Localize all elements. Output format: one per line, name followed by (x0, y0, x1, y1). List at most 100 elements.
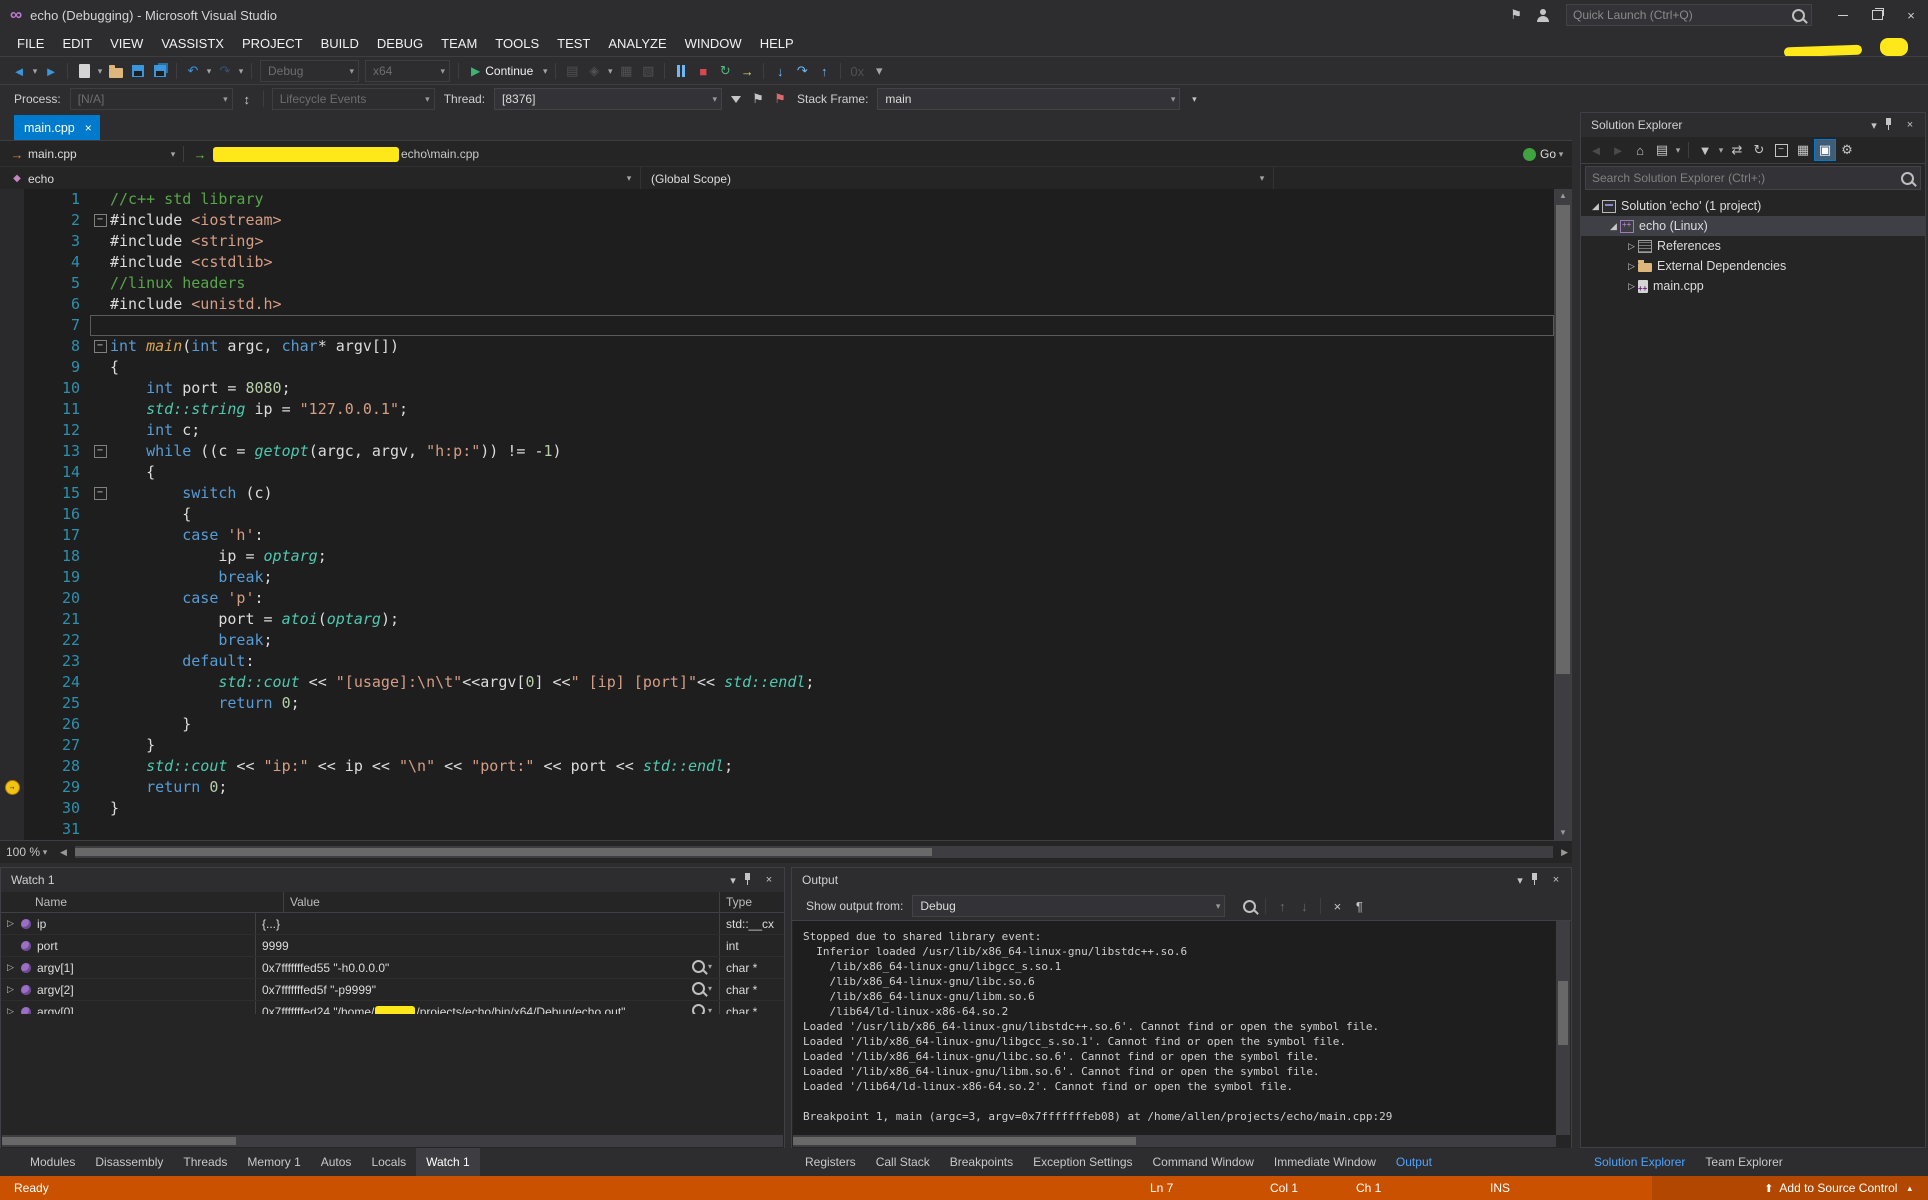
tab-disassembly[interactable]: Disassembly (85, 1148, 173, 1176)
pin-icon[interactable] (1883, 117, 1901, 134)
breakpoint-margin[interactable] (0, 336, 24, 357)
menu-debug[interactable]: DEBUG (368, 30, 432, 56)
quick-launch-input[interactable]: Quick Launch (Ctrl+Q) (1566, 4, 1812, 26)
text-visualizer-icon[interactable] (692, 982, 705, 995)
fold-marker-icon[interactable]: − (93, 445, 107, 458)
watch-row-port[interactable]: port 9999 int (1, 935, 784, 957)
code-line-30[interactable]: 30} (0, 798, 1554, 819)
menu-view[interactable]: VIEW (101, 30, 152, 56)
watch-header[interactable]: Watch 1 ▾ × (1, 868, 784, 892)
breakpoint-margin[interactable] (0, 651, 24, 672)
expand-icon[interactable]: ▷ (7, 918, 21, 929)
se-back-icon[interactable]: ◄ (1586, 140, 1606, 160)
new-file-icon[interactable] (74, 61, 94, 81)
undo-icon-dropdown[interactable]: ▾ (204, 66, 214, 77)
menu-window[interactable]: WINDOW (676, 30, 751, 56)
code-line-6[interactable]: 6 #include <unistd.h> (0, 294, 1554, 315)
minimize-button[interactable] (1826, 2, 1860, 28)
collapse-arrow-icon[interactable]: ◢ (1589, 201, 1602, 212)
solution-explorer-header[interactable]: Solution Explorer ▾ × (1581, 113, 1925, 137)
misc-tool-icon-2-dropdown[interactable]: ▾ (605, 66, 615, 77)
debug-location-overflow-icon[interactable]: ▾ (1184, 89, 1204, 109)
tab-threads[interactable]: Threads (173, 1148, 237, 1176)
breakpoint-margin[interactable] (0, 315, 24, 336)
stop-debugging-icon[interactable]: ■ (693, 61, 713, 81)
misc-tool-icon-3[interactable]: ▦ (616, 61, 636, 81)
new-file-icon-dropdown[interactable]: ▾ (95, 66, 105, 77)
code-line-1[interactable]: 1//c++ std library (0, 189, 1554, 210)
code-line-11[interactable]: 11 std::string ip = "127.0.0.1"; (0, 399, 1554, 420)
pin-icon[interactable] (742, 872, 760, 889)
close-button[interactable]: × (1894, 2, 1928, 28)
breakpoint-current-statement-indicator[interactable]: → (4, 780, 20, 795)
misc-tool-icon-1[interactable]: ▤ (562, 61, 582, 81)
menu-test[interactable]: TEST (548, 30, 599, 56)
watch-row-argv-1[interactable]: ▷ argv[1] 0x7fffffffed55 "-h0.0.0.0" ▾ char … (1, 957, 784, 979)
tree-item-external-dependencies[interactable]: ▷ External Dependencies (1581, 256, 1925, 276)
text-visualizer-icon[interactable] (692, 960, 705, 973)
break-all-icon[interactable] (671, 61, 691, 81)
code-line-13[interactable]: 13− while ((c = getopt(argc, argv, "h:p:… (0, 441, 1554, 462)
restart-icon[interactable]: ↻ (715, 61, 735, 81)
collapse-all-icon[interactable]: − (1771, 140, 1791, 160)
misc-tool-icon-2[interactable]: ◈ (584, 61, 604, 81)
menu-help[interactable]: HELP (751, 30, 803, 56)
open-file-icon[interactable] (106, 61, 126, 81)
code-line-15[interactable]: 15− switch (c) (0, 483, 1554, 504)
breakpoint-margin[interactable] (0, 483, 24, 504)
file-combo[interactable]: main.cpp ▾ (28, 147, 178, 161)
context-combo[interactable]: ◆ echo ▾ (0, 167, 641, 190)
breakpoint-margin[interactable] (0, 819, 24, 840)
breakpoint-margin[interactable] (0, 378, 24, 399)
sign-in-person-icon[interactable] (1536, 8, 1550, 22)
code-line-31[interactable]: 31 (0, 819, 1554, 840)
watch-row-ip[interactable]: ▷ ip {...} std::__cx (1, 913, 784, 935)
code-line-22[interactable]: 22 break; (0, 630, 1554, 651)
breakpoint-margin[interactable] (0, 525, 24, 546)
tab-call-stack[interactable]: Call Stack (866, 1148, 940, 1176)
preview-selected-items-icon[interactable]: ▣ (1814, 139, 1836, 161)
breakpoint-margin[interactable] (0, 798, 24, 819)
tab-main-cpp[interactable]: main.cpp × (14, 115, 100, 140)
tab-breakpoints[interactable]: Breakpoints (940, 1148, 1023, 1176)
clear-all-icon[interactable]: × (1327, 896, 1347, 916)
continue-dropdown-icon[interactable]: ▾ (540, 66, 550, 77)
code-line-19[interactable]: 19 break; (0, 567, 1554, 588)
flag-current-thread-icon[interactable]: ⚑ (748, 89, 768, 109)
solution-platforms-combo[interactable]: x64 ▾ (365, 60, 450, 82)
tab-command-window[interactable]: Command Window (1143, 1148, 1264, 1176)
close-icon[interactable]: × (760, 874, 778, 886)
code-line-14[interactable]: 14 { (0, 462, 1554, 483)
tab-team-explorer[interactable]: Team Explorer (1695, 1148, 1792, 1176)
menu-project[interactable]: PROJECT (233, 30, 312, 56)
tab-locals[interactable]: Locals (361, 1148, 416, 1176)
watch-row-argv-2[interactable]: ▷ argv[2] 0x7fffffffed5f "-p9999" ▾ char * (1, 979, 784, 1001)
output-header[interactable]: Output ▾ × (792, 868, 1571, 892)
tree-item-main-cpp[interactable]: ▷ main.cpp (1581, 276, 1925, 296)
title-bar[interactable]: ∞ echo (Debugging) - Microsoft Visual St… (0, 0, 1928, 30)
code-line-29[interactable]: → 29 return 0; (0, 777, 1554, 798)
tab-exception-settings[interactable]: Exception Settings (1023, 1148, 1142, 1176)
collapse-arrow-icon[interactable]: ◢ (1607, 221, 1620, 232)
se-forward-icon[interactable]: ► (1608, 140, 1628, 160)
scroll-down-icon[interactable]: ▼ (1554, 826, 1572, 840)
code-line-2[interactable]: 2− #include <iostream> (0, 210, 1554, 231)
redo-icon-dropdown[interactable]: ▾ (236, 66, 246, 77)
tab-watch-1[interactable]: Watch 1 (416, 1148, 480, 1176)
visualizer-dropdown-icon[interactable]: ▾ (705, 962, 715, 971)
properties-icon[interactable]: ⚙ (1837, 140, 1857, 160)
add-to-source-control-button[interactable]: ⬆︎ Add to Source Control ▴ (1764, 1176, 1912, 1200)
tab-registers[interactable]: Registers (795, 1148, 866, 1176)
breakpoint-margin[interactable] (0, 462, 24, 483)
code-line-18[interactable]: 18 ip = optarg; (0, 546, 1554, 567)
breakpoint-margin[interactable] (0, 714, 24, 735)
redo-icon[interactable]: ↷ (215, 61, 235, 81)
feedback-flag-icon[interactable]: ⚑ (1510, 7, 1522, 23)
hex-display-icon[interactable]: 0x (847, 61, 867, 81)
tab-autos[interactable]: Autos (311, 1148, 362, 1176)
breakpoint-margin[interactable] (0, 756, 24, 777)
switch-views-icon[interactable]: ▤ (1652, 140, 1672, 160)
output-vertical-scrollbar[interactable] (1556, 921, 1570, 1135)
close-icon[interactable]: × (1547, 874, 1565, 886)
breakpoint-margin[interactable] (0, 693, 24, 714)
